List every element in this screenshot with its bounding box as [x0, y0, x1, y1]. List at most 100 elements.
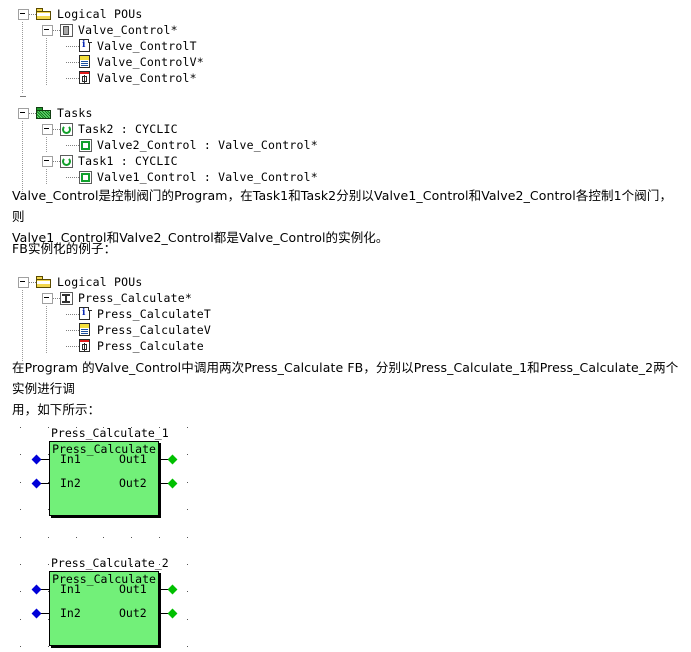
tree-connector [66, 144, 79, 146]
grid-dot [103, 646, 104, 647]
tree-connector [66, 45, 79, 47]
tree-item-valve2-control[interactable]: Valve2_Control : Valve_Control* [18, 137, 318, 153]
tree-connector [53, 297, 60, 299]
input-pin-connector[interactable] [31, 478, 42, 489]
tree-item-label: Valve_Control* [78, 23, 178, 37]
grid-dot [20, 646, 21, 647]
tree-item-label: Tasks [57, 106, 93, 120]
tree-connector [66, 313, 79, 315]
fb-input-label-in2: In2 [60, 606, 81, 620]
tree-item-task1[interactable]: Task1 : CYCLIC [18, 153, 318, 169]
grid-dot [20, 427, 21, 428]
function-block-icon [60, 291, 73, 305]
grid-dot [159, 646, 160, 647]
tree-item-label: Press_Calculate* [78, 291, 192, 305]
tree-connector [53, 128, 60, 130]
grid-dot [131, 646, 132, 647]
folder-icon [36, 7, 52, 21]
tree-connector [66, 329, 79, 331]
fb-input-label-in1: In1 [60, 452, 81, 466]
collapse-toggle-icon[interactable] [42, 292, 53, 304]
grid-dot [159, 509, 160, 510]
input-pin-connector[interactable] [31, 584, 42, 595]
tree-item-valve1-control[interactable]: Valve1_Control : Valve_Control* [18, 169, 318, 185]
collapse-toggle-icon[interactable] [42, 155, 53, 167]
variables-doc-icon [79, 323, 92, 337]
tree-stray-mark [20, 96, 26, 97]
tree-item-valve-control-body[interactable]: Valve_Control* [18, 70, 204, 86]
tasks-folder-icon [36, 106, 52, 120]
output-pin-connector[interactable] [167, 478, 178, 489]
tree-item-valve-controlt[interactable]: i Valve_ControlT [18, 38, 204, 54]
folder-icon [36, 275, 52, 289]
program-icon [60, 23, 73, 37]
tree-connector [66, 61, 79, 63]
output-pin-connector[interactable] [167, 454, 178, 465]
collapse-toggle-icon[interactable] [18, 107, 29, 119]
collapse-toggle-icon[interactable] [42, 24, 53, 36]
tree-connector [29, 281, 36, 283]
tree-item-label: Press_Calculate [97, 339, 204, 353]
tree-connector [53, 29, 60, 31]
grid-dot [20, 454, 21, 455]
tree-item-press-calculatev[interactable]: Press_CalculateV [18, 322, 211, 338]
grid-dot [187, 646, 188, 647]
input-pin-connector[interactable] [31, 608, 42, 619]
code-body-icon [79, 339, 92, 353]
output-pin-connector[interactable] [167, 608, 178, 619]
tree-item-logical-pous[interactable]: Logical POUs [18, 274, 211, 290]
tree-logical-pous-press: Logical POUs Press_Calculate* i Press_Ca… [18, 274, 211, 362]
tree-item-valve-controlv[interactable]: Valve_ControlV* [18, 54, 204, 70]
tree-item-label: Valve_ControlT [97, 39, 197, 53]
grid-dot [20, 482, 21, 483]
tree-item-logical-pous[interactable]: Logical POUs [18, 6, 204, 22]
tree-item-press-calculate[interactable]: Press_Calculate* [18, 290, 211, 306]
fb-instance-name: Press_Calculate_2 [51, 556, 169, 570]
section-heading-fb-example: FB实例化的例子： [12, 241, 117, 256]
grid-dot [187, 509, 188, 510]
tree-item-label: Valve1_Control : Valve_Control* [97, 170, 318, 184]
tree-item-label: Logical POUs [57, 7, 143, 21]
description-doc-icon: i [79, 39, 92, 53]
tree-item-valve-control[interactable]: Valve_Control* [18, 22, 204, 38]
fbd-editor-canvas[interactable]: Press_Calculate_1 Press_Calculate In1 In… [0, 408, 200, 652]
tree-logical-pous-valve: Logical POUs Valve_Control* i Valve_Cont… [18, 6, 204, 94]
grid-dot [159, 454, 160, 455]
collapse-toggle-icon[interactable] [18, 8, 29, 20]
program-instance-icon [79, 138, 92, 152]
grid-dot [76, 537, 77, 538]
fb-input-label-in1: In1 [60, 582, 81, 596]
tree-tasks: Tasks Task2 : CYCLIC Valve2_Control : Va… [18, 105, 318, 193]
fb-instance-name: Press_Calculate_1 [51, 426, 169, 440]
fb-input-label-in2: In2 [60, 476, 81, 490]
tree-item-label: Valve_ControlV* [97, 55, 204, 69]
tree-item-press-calculate-body[interactable]: Press_Calculate [18, 338, 211, 354]
output-pin-connector[interactable] [167, 584, 178, 595]
tree-connector [53, 160, 60, 162]
grid-dot [187, 591, 188, 592]
fb-output-label-out2: Out2 [119, 606, 147, 620]
tree-item-press-calculatet[interactable]: i Press_CalculateT [18, 306, 211, 322]
collapse-toggle-icon[interactable] [42, 123, 53, 135]
grid-dot [20, 537, 21, 538]
tree-item-label: Logical POUs [57, 275, 143, 289]
collapse-toggle-icon[interactable] [18, 276, 29, 288]
tree-item-label: Task2 : CYCLIC [78, 122, 178, 136]
fb-output-label-out1: Out1 [119, 452, 147, 466]
tree-connector [66, 345, 79, 347]
tree-item-tasks[interactable]: Tasks [18, 105, 318, 121]
tree-connector [29, 112, 36, 114]
grid-dot [20, 564, 21, 565]
grid-dot [48, 537, 49, 538]
tree-item-label: Press_CalculateT [97, 307, 211, 321]
input-pin-connector[interactable] [31, 454, 42, 465]
cyclic-task-icon [60, 154, 73, 168]
grid-dot [187, 427, 188, 428]
variables-doc-icon [79, 55, 92, 69]
grid-dot [187, 564, 188, 565]
code-body-icon [79, 71, 92, 85]
tree-item-task2[interactable]: Task2 : CYCLIC [18, 121, 318, 137]
paragraph-line: Valve_Control是控制阀门的Program，在Task1和Task2分… [12, 188, 673, 224]
tree-item-label: Press_CalculateV [97, 323, 211, 337]
grid-dot [76, 646, 77, 647]
